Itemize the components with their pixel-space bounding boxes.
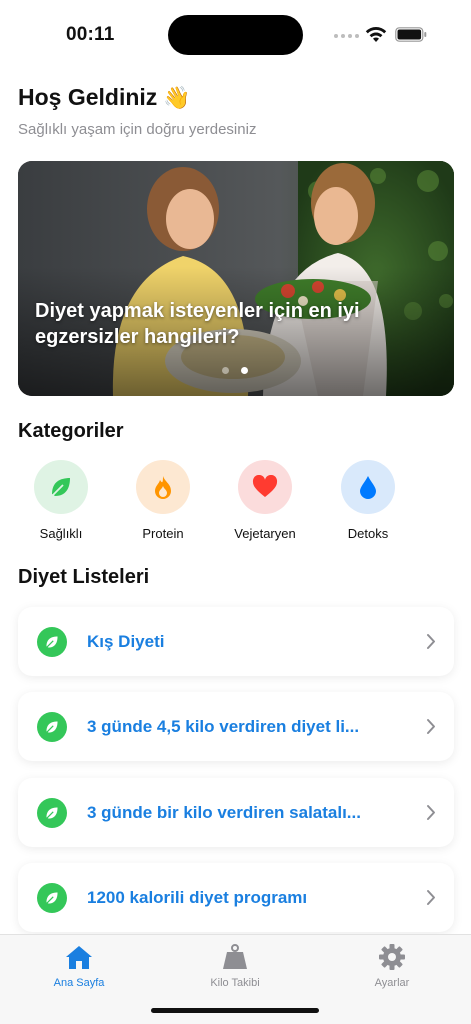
page-title: Hoş Geldiniz [18, 84, 158, 110]
dynamic-island [168, 15, 303, 55]
diet-list-label: Kış Diyeti [87, 632, 165, 651]
category-vegetarian[interactable]: Vejetaryen [222, 460, 308, 541]
tab-label: Ayarlar [374, 977, 410, 989]
article-title: Diyet yapmak isteyenler için en iyi egze… [35, 300, 360, 348]
chevron-right-icon [427, 805, 435, 820]
category-protein[interactable]: Protein [120, 460, 206, 541]
diet-list-label: 3 günde bir kilo verdiren salatalı... [87, 803, 361, 822]
flame-icon [155, 476, 171, 499]
diet-lists-title: Diyet Listeleri [18, 566, 150, 588]
category-label: Detoks [347, 526, 389, 541]
gear-icon [379, 944, 405, 970]
category-icon-bg [341, 460, 395, 514]
category-label: Vejetaryen [234, 526, 296, 541]
chevron-right-icon [427, 634, 435, 649]
welcome-header: Hoş Geldiniz 👋 [18, 84, 191, 111]
wifi-icon [365, 26, 387, 42]
leaf-icon [37, 627, 67, 657]
featured-article-carousel[interactable]: Diyet yapmak isteyenler için en iyi egze… [18, 161, 454, 396]
category-icon-bg [136, 460, 190, 514]
drop-icon [360, 476, 376, 499]
categories-title: Kategoriler [18, 420, 124, 442]
category-label: Sağlıklı [39, 526, 83, 541]
category-detox[interactable]: Detoks [325, 460, 411, 541]
category-healthy[interactable]: Sağlıklı [18, 460, 104, 541]
waving-hand-icon: 👋 [163, 84, 191, 110]
home-indicator[interactable] [151, 1008, 319, 1013]
leaf-icon [51, 478, 70, 497]
leaf-icon [37, 883, 67, 913]
category-label: Protein [142, 526, 184, 541]
article-cover-image [18, 161, 454, 396]
tab-home[interactable]: Ana Sayfa [19, 943, 139, 989]
diet-list-label: 1200 kalorili diyet programı [87, 888, 308, 907]
status-time: 00:11 [66, 24, 115, 45]
battery-icon [395, 27, 427, 42]
page-dot-1[interactable] [222, 367, 229, 374]
diet-list-item[interactable]: 1200 kalorili diyet programı [18, 863, 454, 932]
page-dot-2[interactable] [241, 367, 248, 374]
status-bar: 00:11 [0, 0, 471, 70]
carousel-page-indicator[interactable] [222, 367, 248, 374]
tab-weight-tracking[interactable]: Kilo Takibi [175, 943, 295, 989]
category-icon-bg [34, 460, 88, 514]
tab-label: Ana Sayfa [53, 977, 105, 989]
tab-settings[interactable]: Ayarlar [332, 943, 452, 989]
diet-list-item[interactable]: 3 günde 4,5 kilo verdiren diyet li... [18, 692, 454, 761]
scale-icon [223, 944, 247, 969]
house-icon [66, 946, 92, 969]
diet-list-item[interactable]: Kış Diyeti [18, 607, 454, 676]
heart-icon [252, 475, 278, 497]
category-list: Sağlıklı Protein Vejetaryen Detoks [18, 460, 418, 550]
category-icon-bg [238, 460, 292, 514]
cellular-signal-icon [334, 34, 359, 38]
chevron-right-icon [427, 719, 435, 734]
page-subtitle: Sağlıklı yaşam için doğru yerdesiniz [18, 121, 257, 138]
chevron-right-icon [427, 890, 435, 905]
tab-label: Kilo Takibi [210, 977, 260, 989]
leaf-icon [37, 798, 67, 828]
diet-list-item[interactable]: 3 günde bir kilo verdiren salatalı... [18, 778, 454, 847]
diet-list-label: 3 günde 4,5 kilo verdiren diyet li... [87, 717, 360, 736]
leaf-icon [37, 712, 67, 742]
